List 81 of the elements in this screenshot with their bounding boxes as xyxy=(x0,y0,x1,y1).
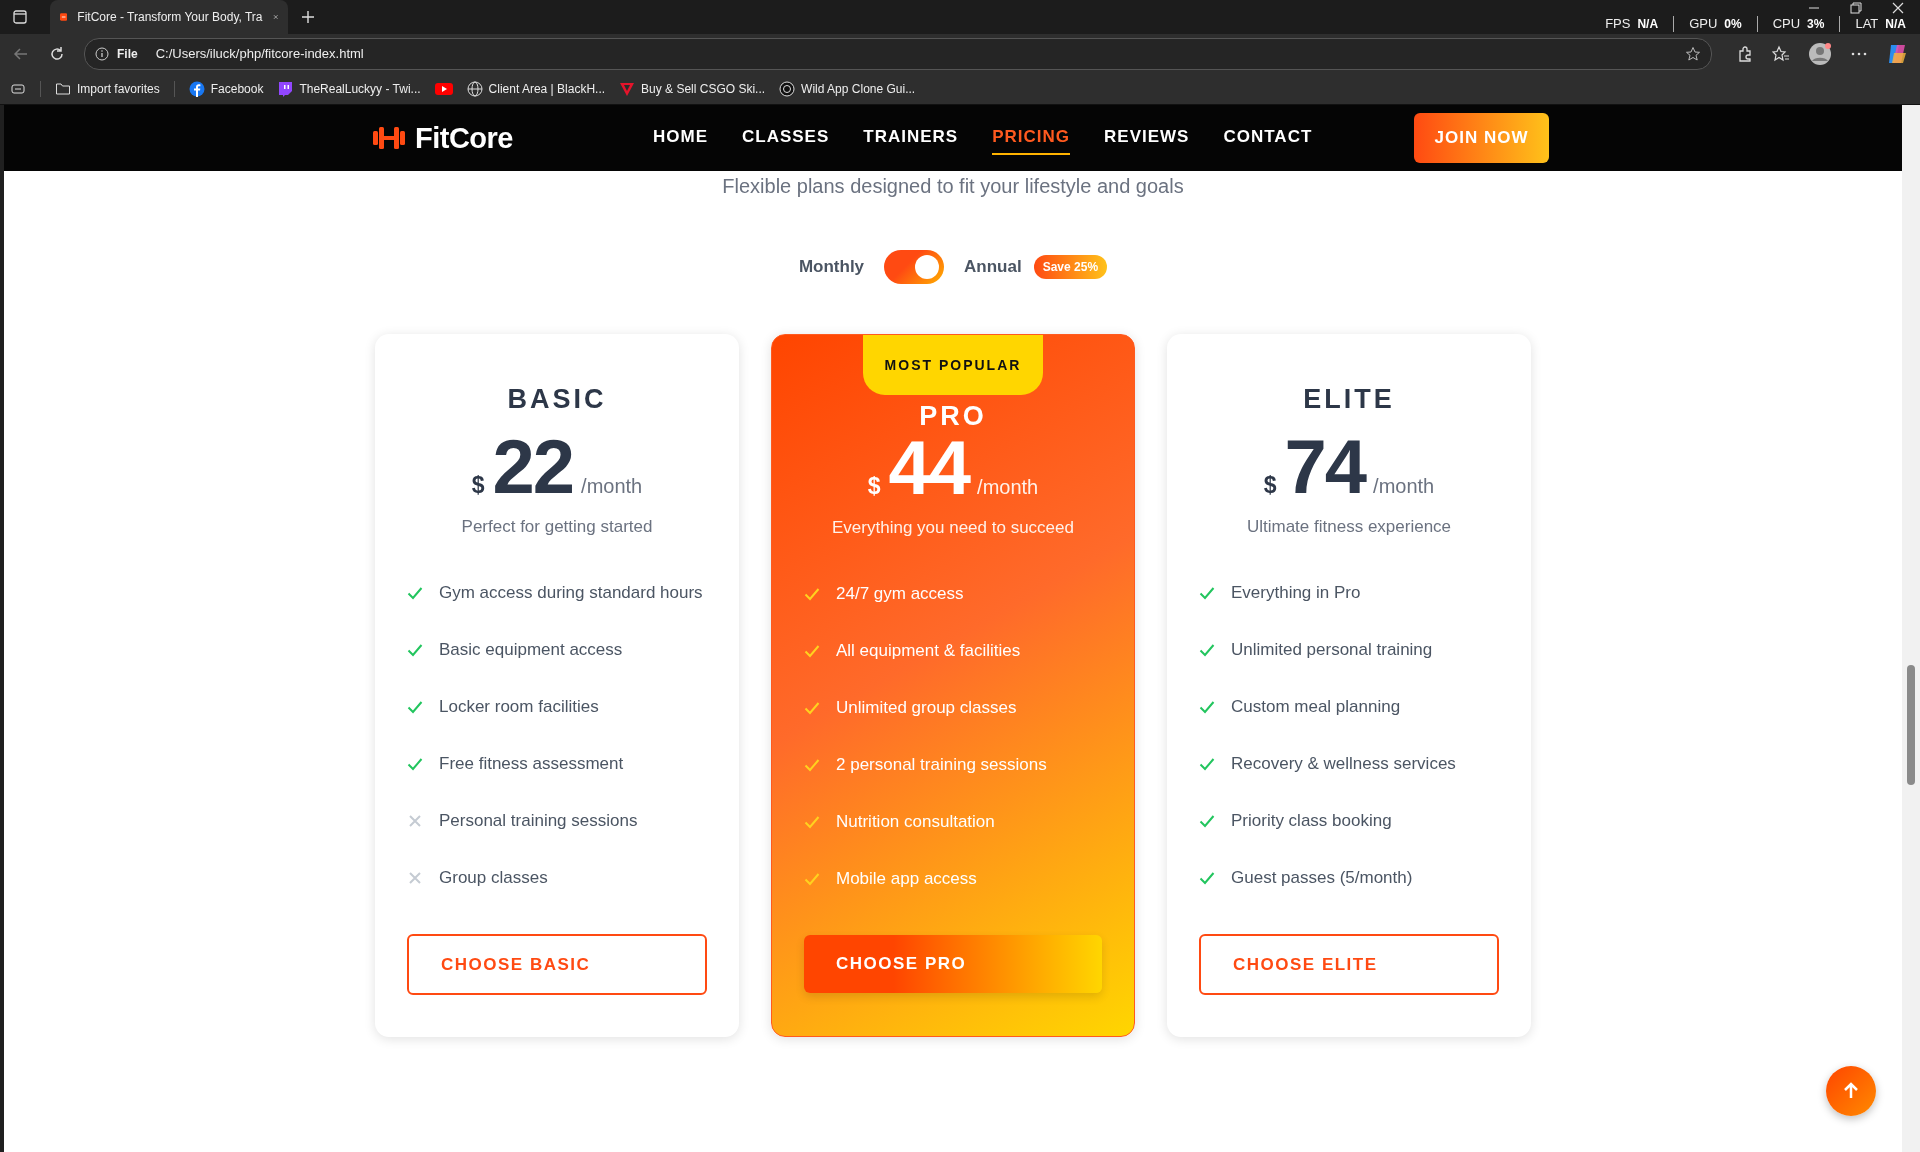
plan-name: BASIC xyxy=(507,384,607,415)
browser-tab[interactable]: FitCore - Transform Your Body, Tra xyxy=(50,0,288,34)
info-icon xyxy=(95,46,109,61)
popular-ribbon: MOST POPULAR xyxy=(863,335,1043,395)
nav-link[interactable]: CONTACT xyxy=(1223,121,1313,155)
profile-icon[interactable] xyxy=(1808,41,1832,66)
feature-text: 24/7 gym access xyxy=(836,584,964,604)
billing-toggle[interactable] xyxy=(884,250,945,284)
restore-icon[interactable] xyxy=(1850,2,1862,14)
tab-title: FitCore - Transform Your Body, Tra xyxy=(77,10,263,24)
plan-price: 22 xyxy=(492,425,574,509)
feature-text: Gym access during standard hours xyxy=(439,583,703,603)
scrollbar[interactable] xyxy=(1902,105,1920,1152)
discount-badge: Save 25% xyxy=(1033,255,1108,279)
play-button-icon[interactable] xyxy=(434,81,453,96)
refresh-icon[interactable] xyxy=(48,44,66,63)
feature-text: Basic equipment access xyxy=(439,640,623,660)
plan-description: Perfect for getting started xyxy=(461,517,653,537)
bookmark[interactable]: TheRealLuckyy - Twi... xyxy=(277,80,421,97)
stat-name: CPU xyxy=(1772,16,1801,32)
bookmark[interactable]: Import favorites xyxy=(55,80,160,97)
feature-text: Guest passes (5/month) xyxy=(1231,868,1413,888)
twitch-icon xyxy=(277,80,294,97)
nav-link[interactable]: TRAINERS xyxy=(863,121,959,155)
address-label: File xyxy=(117,46,138,61)
currency-symbol: $ xyxy=(471,472,485,499)
stat-name: FPS xyxy=(1605,16,1631,32)
billing-label: Monthly xyxy=(798,257,865,277)
stat-name: LAT xyxy=(1855,16,1879,32)
new-tab-icon[interactable] xyxy=(300,9,316,25)
feature-text: Unlimited personal training xyxy=(1231,640,1433,660)
feature-text: Personal training sessions xyxy=(439,811,638,831)
feature-text: Free fitness assessment xyxy=(439,754,624,774)
feature-text: Everything in Pro xyxy=(1231,583,1361,603)
nav-link[interactable]: HOME xyxy=(653,121,708,155)
feature-text: Custom meal planning xyxy=(1231,697,1401,717)
feature-text: Unlimited group classes xyxy=(836,698,1017,718)
nav-link[interactable]: CLASSES xyxy=(742,121,830,155)
star-icon[interactable] xyxy=(1685,45,1701,62)
address-field[interactable]: File C:/Users/iluck/php/fitcore-index.html xyxy=(84,37,1712,70)
plan-description: Ultimate fitness experience xyxy=(1246,517,1452,537)
globe-icon xyxy=(466,80,483,97)
feature-text: Recovery & wellness services xyxy=(1231,754,1456,774)
feature-text: Mobile app access xyxy=(836,869,977,889)
facebook-icon xyxy=(188,80,205,97)
price-period: /month xyxy=(977,476,1039,499)
feature-text: Group classes xyxy=(439,868,548,888)
plan-description: Everything you need to succeed xyxy=(832,518,1074,538)
feature-text: Locker room facilities xyxy=(439,697,599,717)
nav-link[interactable]: REVIEWS xyxy=(1104,121,1190,155)
bookmark[interactable]: Wild App Clone Gui... xyxy=(779,80,916,97)
stat-value: 0% xyxy=(1724,16,1742,32)
favorites-icon[interactable] xyxy=(1772,44,1790,63)
logo-text[interactable]: FitCore xyxy=(415,121,513,155)
stat-value: N/A xyxy=(1885,16,1906,32)
bookmark[interactable]: Facebook xyxy=(188,80,264,97)
bookmark[interactable]: Client Area | BlackH... xyxy=(466,80,606,97)
scroll-to-top-button[interactable] xyxy=(1826,1066,1876,1116)
price-period: /month xyxy=(581,475,643,498)
plan-price: 74 xyxy=(1284,425,1366,509)
feature-text: 2 personal training sessions xyxy=(836,755,1047,775)
section-subtitle: Flexible plans designed to fit your lifestyle and goals xyxy=(722,175,1184,198)
currency-symbol: $ xyxy=(867,473,881,500)
folder-icon xyxy=(55,80,71,97)
close-icon[interactable] xyxy=(1892,2,1904,14)
stat-value: 3% xyxy=(1807,16,1825,32)
tab-actions-icon[interactable] xyxy=(12,9,28,25)
billing-label: Annual xyxy=(964,257,1022,277)
bookmark[interactable]: Buy & Sell CSGO Ski... xyxy=(619,80,766,97)
puzzle-icon[interactable] xyxy=(1736,44,1754,63)
nav-link[interactable]: PRICING xyxy=(992,121,1071,155)
dumbbell-icon xyxy=(371,124,407,152)
plan-name: ELITE xyxy=(1303,384,1395,415)
price-period: /month xyxy=(1373,475,1435,498)
feature-text: Nutrition consultation xyxy=(836,812,995,832)
stat-value: N/A xyxy=(1637,16,1659,32)
currency-symbol: $ xyxy=(1263,472,1277,499)
url-text: C:/Users/iluck/php/fitcore-index.html xyxy=(155,46,364,61)
feature-text: Priority class booking xyxy=(1231,811,1392,831)
feature-text: All equipment & facilities xyxy=(836,641,1021,661)
stat-name: GPU xyxy=(1689,16,1718,32)
